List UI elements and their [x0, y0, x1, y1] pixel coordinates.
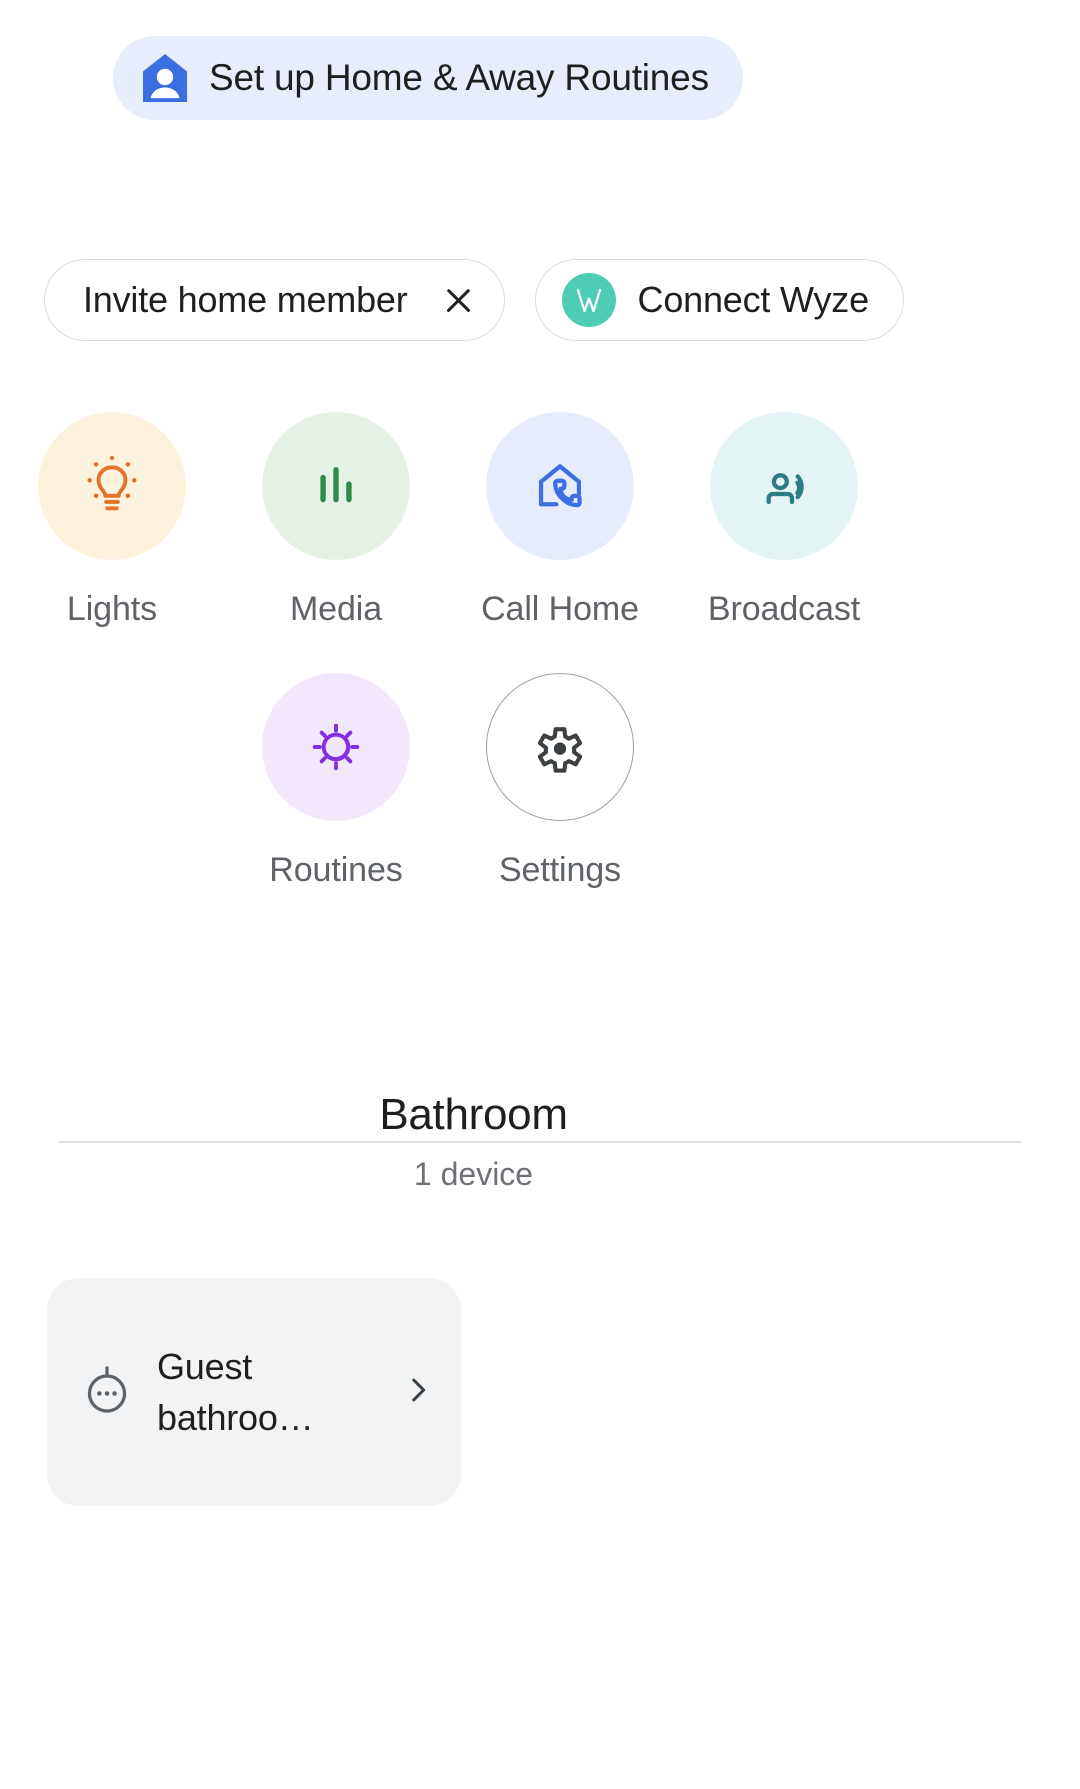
quick-actions-row-1: Lights Media Call Home Broadcast	[0, 412, 1080, 629]
suggestion-label: Set up Home & Away Routines	[209, 57, 709, 98]
quick-action-label: Broadcast	[707, 590, 861, 628]
quick-action-broadcast[interactable]: Broadcast	[672, 412, 896, 629]
broadcast-icon	[766, 473, 804, 505]
routines-bubble	[262, 673, 410, 821]
quick-action-label: Media	[289, 590, 383, 628]
broadcast-bubble	[710, 412, 858, 560]
sensor-device-icon	[79, 1362, 135, 1423]
equalizer-bars-icon	[320, 467, 352, 503]
home-person-icon	[143, 54, 187, 102]
quick-action-lights[interactable]: Lights	[0, 412, 224, 629]
gear-icon	[537, 727, 583, 773]
quick-action-routines[interactable]: Routines	[224, 673, 448, 890]
call-home-bubble	[486, 412, 634, 560]
room-header: Bathroom 1 device	[0, 1090, 947, 1193]
home-screen: Set up Home & Away Routines Invite home …	[0, 0, 1080, 1789]
quick-action-label: Lights	[66, 590, 158, 628]
quick-action-settings[interactable]: Settings	[448, 673, 672, 890]
settings-bubble	[486, 673, 634, 821]
quick-action-label: Call Home	[481, 590, 639, 628]
routines-sun-icon	[312, 723, 360, 771]
lights-bubble	[38, 412, 186, 560]
chip-invite-label: Invite home member	[83, 279, 408, 320]
room-name: Bathroom	[379, 1090, 568, 1139]
chevron-right-icon[interactable]	[401, 1373, 435, 1412]
quick-action-media[interactable]: Media	[224, 412, 448, 629]
setup-home-away-routines-pill[interactable]: Set up Home & Away Routines	[113, 36, 743, 120]
quick-actions-row-2: Routines Settings	[0, 673, 1080, 890]
suggestion-chips-row: Invite home member Connect Wyze	[0, 258, 1080, 342]
close-icon[interactable]	[442, 284, 474, 316]
call-home-icon	[538, 464, 582, 508]
quick-action-label: Routines	[269, 851, 403, 889]
quick-actions-grid: Lights Media Call Home Broadcast Routine…	[0, 412, 1080, 890]
device-card-guest-bathroom[interactable]: Guest bathroo…	[47, 1278, 461, 1506]
device-name: Guest bathroo…	[157, 1345, 314, 1438]
lightbulb-icon	[87, 455, 137, 511]
chip-wyze-label: Connect Wyze	[637, 279, 870, 320]
media-bubble	[262, 412, 410, 560]
quick-action-call-home[interactable]: Call Home	[448, 412, 672, 629]
chip-connect-wyze[interactable]: Connect Wyze	[534, 259, 904, 341]
chip-invite-home-member[interactable]: Invite home member	[44, 259, 505, 341]
wyze-logo-icon	[561, 273, 616, 327]
quick-action-label: Settings	[498, 851, 622, 889]
room-device-count: 1 device	[413, 1156, 534, 1192]
